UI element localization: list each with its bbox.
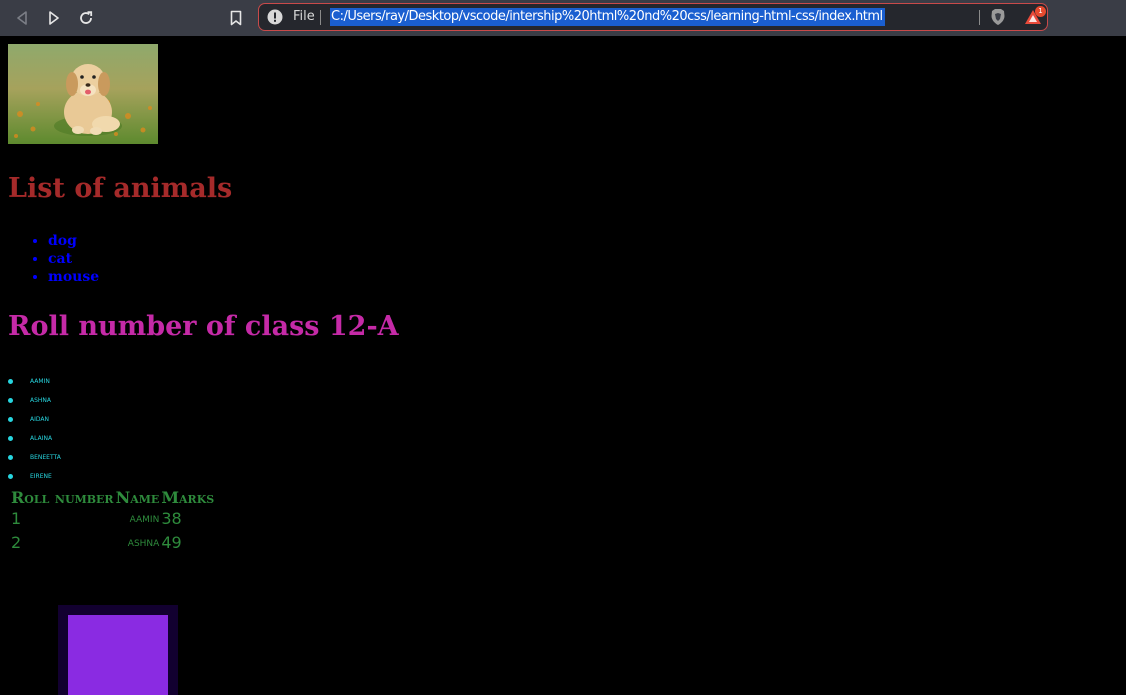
list-item-cat: cat (48, 250, 99, 268)
url-scheme-label: File (293, 9, 315, 24)
inner-box (68, 615, 168, 695)
list-item-student: EIRENE (8, 467, 61, 486)
cell-marks: 38 (161, 509, 182, 528)
list-item-mouse: mouse (48, 268, 99, 286)
page-content: List of animals dog cat mouse Roll numbe… (0, 36, 1126, 695)
puppy-image (8, 44, 158, 144)
reload-icon (80, 11, 93, 24)
bookmark-button[interactable] (224, 6, 248, 30)
table-header-row: Roll number Name Marks (11, 488, 214, 507)
list-item-student: AIDAN (8, 410, 61, 429)
list-item-student: ALAINA (8, 429, 61, 448)
browser-toolbar: File C:/Users/ray/Desktop/vscode/intersh… (0, 0, 1126, 36)
marks-table: Roll number Name Marks 1 aamin 38 2 ashn… (9, 486, 216, 557)
reload-button[interactable] (74, 6, 98, 30)
list-item-student: BENEETTA (8, 448, 61, 467)
dog-photo (8, 44, 158, 144)
list-item-dog: dog (48, 232, 99, 250)
back-button[interactable] (10, 6, 34, 30)
roll-heading: Roll number of class 12-A (8, 311, 399, 342)
list-item-student: ASHNA (8, 391, 61, 410)
address-bar[interactable]: File C:/Users/ray/Desktop/vscode/intersh… (258, 3, 1048, 31)
table-row: 1 aamin 38 (11, 509, 214, 531)
table-row: 2 ashna 49 (11, 533, 214, 555)
outer-box (58, 605, 178, 695)
back-icon (17, 11, 27, 25)
cell-marks: 49 (161, 533, 182, 552)
forward-icon (49, 11, 59, 25)
header-roll-number: Roll number (11, 488, 114, 507)
url-text[interactable]: C:/Users/ray/Desktop/vscode/intership%20… (330, 8, 885, 26)
bookmark-icon (230, 10, 242, 26)
cell-roll: 2 (11, 533, 22, 552)
rewards-badge: 1 (1035, 6, 1046, 17)
header-marks: Marks (161, 488, 215, 507)
list-item-student: AAMIN (8, 372, 61, 391)
forward-button[interactable] (42, 6, 66, 30)
url-divider (320, 10, 321, 25)
url-divider-right (979, 10, 980, 25)
animals-list: dog cat mouse (32, 232, 99, 286)
cell-name: aamin (129, 511, 160, 526)
info-icon[interactable] (267, 9, 283, 25)
brave-rewards-button[interactable]: 1 (1023, 6, 1046, 28)
animals-heading: List of animals (8, 173, 233, 204)
students-list: AAMIN ASHNA AIDAN ALAINA BENEETTA EIRENE (8, 372, 61, 486)
cell-roll: 1 (11, 509, 22, 528)
brave-shields-icon[interactable] (989, 8, 1007, 26)
cell-name: ashna (127, 535, 160, 550)
header-name: Name (115, 488, 160, 507)
